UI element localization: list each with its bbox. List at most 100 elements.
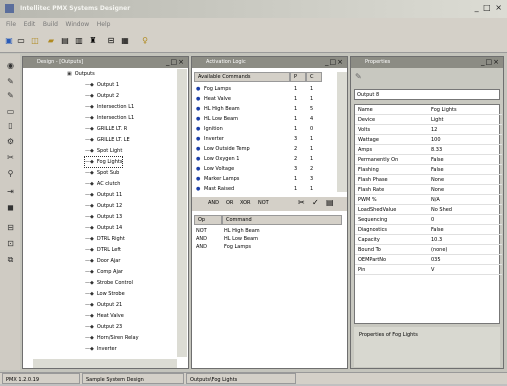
- tree-item[interactable]: —◆ GRILLE LT. R: [85, 124, 127, 134]
- cut-icon[interactable]: ✂: [298, 198, 305, 207]
- command-p[interactable]: 2: [294, 144, 297, 154]
- property-value[interactable]: N/A: [431, 195, 440, 205]
- tree-item[interactable]: —◆ DTRL Left: [85, 245, 121, 255]
- tree-item[interactable]: —◆ Intersection L1: [85, 113, 134, 123]
- logic-grid-cmd[interactable]: HL Low Beam: [224, 235, 258, 243]
- property-value[interactable]: 8.33: [431, 145, 442, 155]
- command-c[interactable]: 0: [310, 124, 313, 134]
- tree-item[interactable]: —◆ GRILLE LT. LE: [85, 135, 130, 145]
- window-controls[interactable]: _ □ ×: [475, 3, 503, 12]
- tree-item[interactable]: —◆ Fog Lights: [83, 156, 124, 168]
- command-c[interactable]: 1: [310, 154, 313, 164]
- property-value[interactable]: None: [431, 175, 444, 185]
- command-c[interactable]: 1: [310, 144, 313, 154]
- command-name[interactable]: Low Voltage: [204, 164, 234, 174]
- commands-header-name[interactable]: Available Commands: [194, 72, 290, 82]
- property-value[interactable]: No Shed: [431, 205, 452, 215]
- command-name[interactable]: Low Oxygen 1: [204, 154, 239, 164]
- property-row[interactable]: PWM % N/A: [355, 195, 502, 205]
- menu-help[interactable]: Help: [97, 18, 111, 31]
- property-row[interactable]: Flashing False: [355, 165, 502, 175]
- tool-icon-13[interactable]: ⧉: [5, 254, 16, 265]
- tree-item[interactable]: —◆ DTRL Right: [85, 234, 125, 244]
- xor-button[interactable]: XOR: [240, 200, 251, 206]
- and-button[interactable]: AND: [208, 200, 219, 206]
- command-name[interactable]: Inverter: [204, 134, 224, 144]
- tool-icon-1[interactable]: ◉: [5, 60, 16, 71]
- property-value[interactable]: V: [431, 265, 434, 275]
- tree-horizontal-scrollbar[interactable]: [33, 359, 177, 368]
- check-icon[interactable]: ✓: [312, 198, 319, 207]
- tree-root[interactable]: ▣ Outputs: [67, 69, 95, 79]
- property-value[interactable]: (none): [431, 245, 447, 255]
- command-p[interactable]: 1: [294, 174, 297, 184]
- property-value[interactable]: False: [431, 225, 444, 235]
- grid-header-op[interactable]: Op: [194, 215, 222, 225]
- object-name-field[interactable]: Output 8: [354, 89, 500, 100]
- command-p[interactable]: 3: [294, 134, 297, 144]
- tree-item[interactable]: —◆ Horn/Siren Relay: [85, 333, 139, 343]
- logic-grid-op[interactable]: AND: [196, 235, 207, 243]
- property-row[interactable]: OEMPartNo 035: [355, 255, 502, 265]
- tree-item[interactable]: —◆ Output 1: [85, 80, 119, 90]
- logic-grid-cmd[interactable]: Fog Lamps: [224, 243, 251, 251]
- tree-vertical-scrollbar[interactable]: [177, 69, 187, 357]
- tool-icon-3[interactable]: ✎: [5, 90, 16, 101]
- property-row[interactable]: Sequencing 0: [355, 215, 502, 225]
- not-button[interactable]: NOT: [258, 200, 269, 206]
- command-p[interactable]: 3: [294, 164, 297, 174]
- menu-edit[interactable]: Edit: [24, 18, 36, 31]
- property-value[interactable]: Fog Lights: [431, 105, 457, 115]
- tree-item[interactable]: —◆ Output 13: [85, 212, 122, 222]
- command-p[interactable]: 1: [294, 104, 297, 114]
- save-icon[interactable]: ◫: [30, 36, 40, 46]
- tree-item[interactable]: —◆ Output 12: [85, 201, 122, 211]
- command-name[interactable]: Mast Raised: [204, 184, 234, 194]
- property-row[interactable]: LoadShedValue No Shed: [355, 205, 502, 215]
- menu-window[interactable]: Window: [66, 18, 90, 31]
- property-value[interactable]: False: [431, 165, 444, 175]
- property-value[interactable]: None: [431, 185, 444, 195]
- property-row[interactable]: Wattage 100: [355, 135, 502, 145]
- property-row[interactable]: Capacity 10.3: [355, 235, 502, 245]
- command-name[interactable]: Fog Lamps: [204, 84, 231, 94]
- menu-file[interactable]: File: [6, 18, 16, 31]
- tree-item[interactable]: —◆ Spot Sub: [85, 168, 119, 178]
- tool-icon-8[interactable]: ⚲: [5, 168, 16, 179]
- panel-window-controls[interactable]: _□×: [481, 57, 500, 68]
- command-c[interactable]: 1: [310, 134, 313, 144]
- property-row[interactable]: Pin V: [355, 265, 502, 275]
- property-value[interactable]: 035: [431, 255, 441, 265]
- property-value[interactable]: False: [431, 155, 444, 165]
- property-value[interactable]: 100: [431, 135, 441, 145]
- layout-icon[interactable]: ⊟: [106, 36, 116, 46]
- tool-icon[interactable]: ♀: [140, 36, 150, 46]
- command-p[interactable]: 1: [294, 124, 297, 134]
- property-value[interactable]: Light: [431, 115, 443, 125]
- command-c[interactable]: 1: [310, 84, 313, 94]
- command-name[interactable]: HL High Beam: [204, 104, 240, 114]
- tree-item[interactable]: —◆ Strobe Control: [85, 278, 133, 288]
- tree-item[interactable]: —◆ Heat Valve: [85, 311, 124, 321]
- tree-item[interactable]: —◆ Intersection L1: [85, 102, 134, 112]
- command-p[interactable]: 1: [294, 184, 297, 194]
- print-icon[interactable]: ▤: [60, 36, 70, 46]
- tree-item[interactable]: —◆ Comp Ajar: [85, 267, 123, 277]
- command-c[interactable]: 3: [310, 174, 313, 184]
- tree-item[interactable]: —◆ Spot Light: [85, 146, 122, 156]
- property-row[interactable]: Device Light: [355, 115, 502, 125]
- commands-header-c[interactable]: C: [306, 72, 322, 82]
- property-row[interactable]: Flash Phase None: [355, 175, 502, 185]
- tree-item[interactable]: —◆ Output 2: [85, 91, 119, 101]
- find-icon[interactable]: ♜: [88, 36, 98, 46]
- logic-grid-cmd[interactable]: HL High Beam: [224, 227, 260, 235]
- property-value[interactable]: 0: [431, 215, 434, 225]
- tool-icon-6[interactable]: ⚙: [5, 136, 16, 147]
- logic-grid-op[interactable]: NOT: [196, 227, 207, 235]
- command-p[interactable]: 1: [294, 84, 297, 94]
- tree-item[interactable]: —◆ AC clutch: [85, 179, 120, 189]
- new-icon[interactable]: ▣: [4, 36, 14, 46]
- property-row[interactable]: Permanently On False: [355, 155, 502, 165]
- print-preview-icon[interactable]: ▥: [74, 36, 84, 46]
- tool-icon-4[interactable]: ▭: [5, 106, 16, 117]
